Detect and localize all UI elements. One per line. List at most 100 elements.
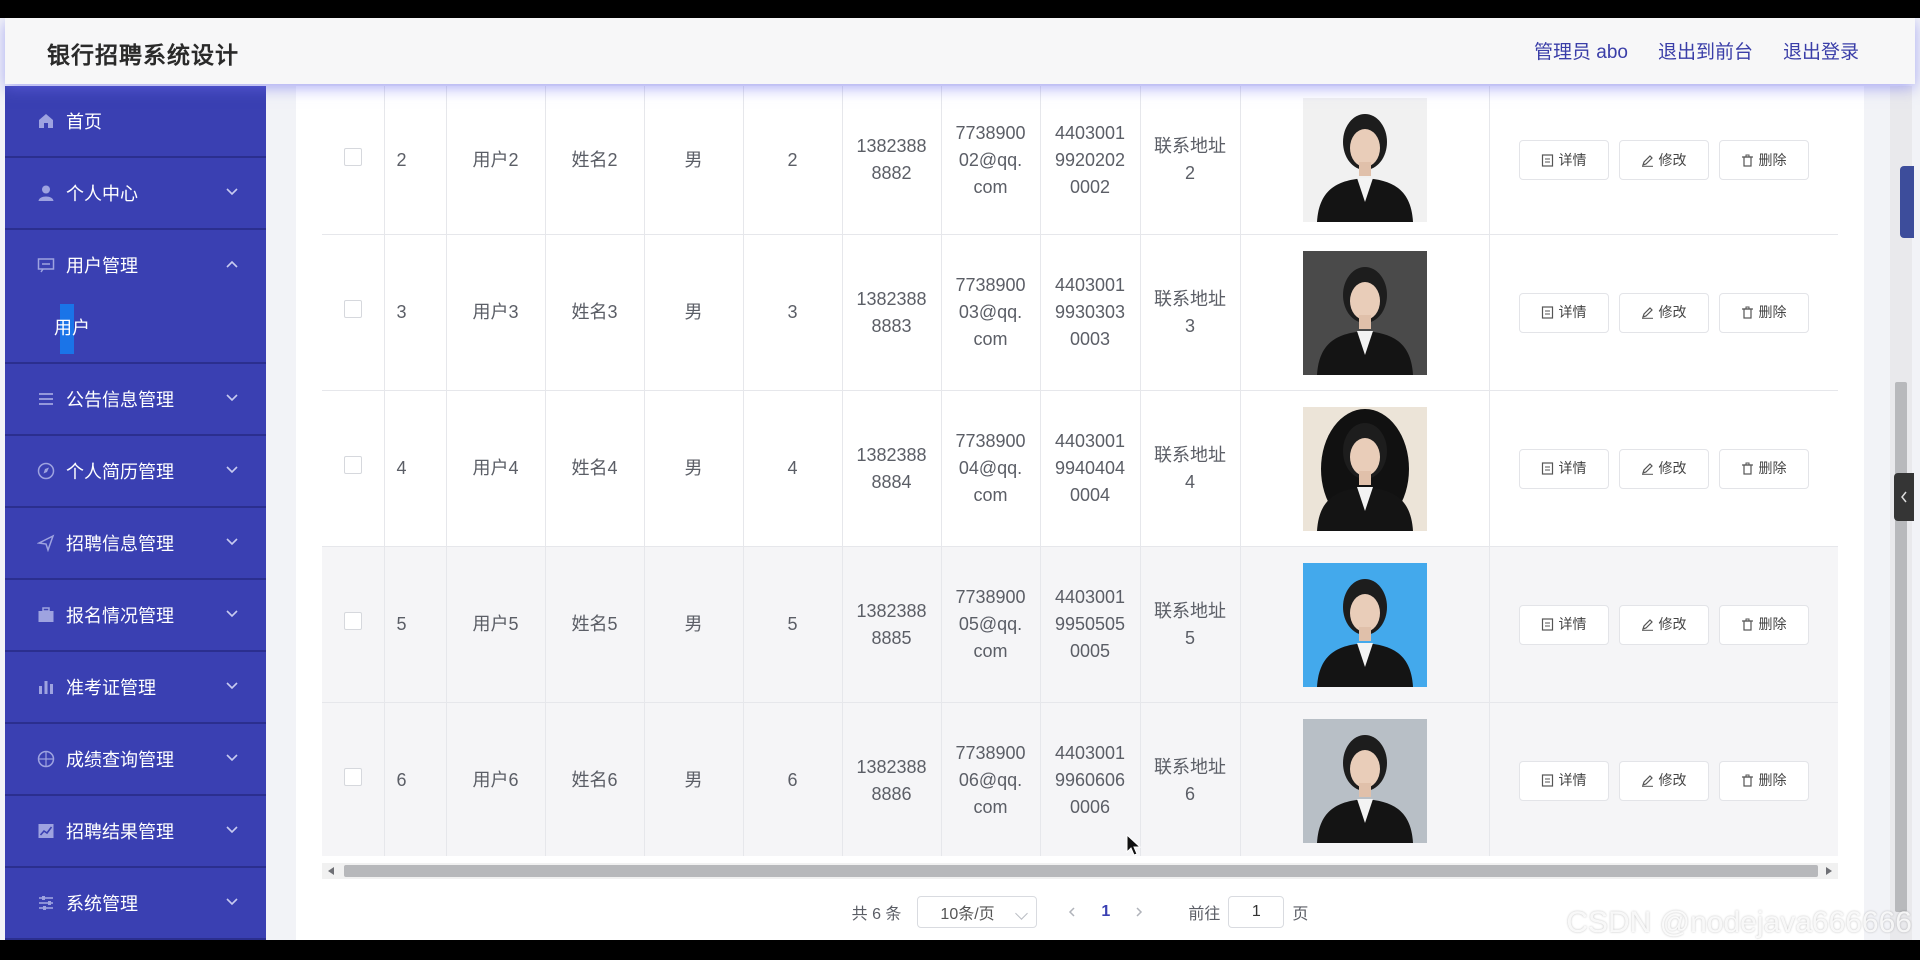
table-row: 6 用户6 姓名6 男 6 1382388 8886 7738900 06@qq. c… xyxy=(322,702,1838,856)
edit-button[interactable]: 修改 xyxy=(1618,140,1709,180)
address-cell: 联系地址 4 xyxy=(1140,390,1241,547)
select-cell xyxy=(322,702,385,856)
name-cell: 姓名6 xyxy=(545,702,645,856)
phone-cell: 1382388 8884 xyxy=(842,390,942,547)
sidebar-item-recruit-info[interactable]: 招聘信息管理 xyxy=(5,508,266,580)
sidebar-item-recruit-result[interactable]: 招聘结果管理 xyxy=(5,796,266,868)
age-cell: 2 xyxy=(743,86,843,235)
cell-line: 0003 xyxy=(1069,329,1111,349)
delete-label: 删除 xyxy=(1758,304,1787,320)
sidebar-item-announcement[interactable]: 公告信息管理 xyxy=(5,364,266,436)
scroll-left-icon[interactable] xyxy=(328,867,334,875)
document-icon xyxy=(1541,618,1553,631)
row-checkbox[interactable] xyxy=(343,456,362,474)
logout-link[interactable]: 退出登录 xyxy=(1783,37,1859,64)
row-checkbox[interactable] xyxy=(343,147,362,166)
gender-value: 男 xyxy=(684,149,703,170)
target-icon xyxy=(36,749,56,769)
prev-page-icon[interactable] xyxy=(1067,907,1077,917)
detail-button[interactable]: 详情 xyxy=(1518,604,1609,645)
next-page-icon[interactable] xyxy=(1134,907,1144,917)
edit-button[interactable]: 修改 xyxy=(1618,604,1709,645)
pencil-icon xyxy=(1641,154,1653,167)
name-cell: 姓名5 xyxy=(545,546,645,703)
vertical-scrollbar-thumb[interactable] xyxy=(1895,382,1907,912)
user-photo[interactable] xyxy=(1302,250,1427,375)
user-photo[interactable] xyxy=(1302,718,1427,843)
cell-line: 1382388 xyxy=(856,444,927,465)
delete-button[interactable]: 删除 xyxy=(1718,292,1809,333)
gender-value: 男 xyxy=(684,770,703,790)
cell-line: 05@qq. xyxy=(958,614,1023,634)
age-cell: 5 xyxy=(743,546,843,703)
detail-button[interactable]: 详情 xyxy=(1518,140,1609,180)
admin-user-link[interactable]: 管理员 abo xyxy=(1534,37,1628,64)
chevron-down-icon xyxy=(226,898,238,906)
row-checkbox[interactable] xyxy=(343,300,362,318)
address-cell: 联系地址 2 xyxy=(1140,86,1241,235)
delete-button[interactable]: 删除 xyxy=(1718,760,1809,801)
sidebar-item-label: 公告信息管理 xyxy=(66,390,174,410)
scroll-right-icon[interactable] xyxy=(1826,867,1832,875)
age-cell: 6 xyxy=(743,702,843,856)
sidebar-item-score-query[interactable]: 成绩查询管理 xyxy=(5,724,266,796)
goto-page-input[interactable]: 1 xyxy=(1228,896,1285,928)
edit-button[interactable]: 修改 xyxy=(1618,292,1709,333)
actions-cell: 详情 修改 删除 xyxy=(1489,702,1838,856)
age-value: 6 xyxy=(787,770,798,790)
horizontal-scrollbar[interactable] xyxy=(322,863,1838,879)
cell-line: 03@qq. xyxy=(958,302,1023,322)
user-photo[interactable] xyxy=(1302,98,1427,222)
cell-line: 3 xyxy=(1184,315,1195,336)
edit-button[interactable]: 修改 xyxy=(1618,760,1709,801)
cell-line: 9930303 xyxy=(1054,302,1126,322)
user-photo[interactable] xyxy=(1302,406,1427,531)
cell-line: 6 xyxy=(1184,783,1195,804)
cell-line: 0002 xyxy=(1069,176,1111,197)
cell-line: 0006 xyxy=(1069,797,1111,817)
address-cell: 联系地址 5 xyxy=(1140,546,1241,703)
sidebar-subitem-user[interactable]: 用户 xyxy=(54,304,90,354)
detail-button[interactable]: 详情 xyxy=(1518,760,1609,801)
delete-button[interactable]: 删除 xyxy=(1718,140,1809,180)
user-photo[interactable] xyxy=(1302,562,1427,687)
cell-line: 4403001 xyxy=(1054,743,1126,763)
chevron-down-icon xyxy=(226,682,238,690)
sidebar-item-home[interactable]: 首页 xyxy=(5,86,266,158)
sidebar-item-label: 首页 xyxy=(66,112,102,132)
address-cell: 联系地址 3 xyxy=(1140,234,1241,391)
sidebar-item-resume[interactable]: 个人简历管理 xyxy=(5,436,266,508)
page-size-select[interactable]: 10条/页 xyxy=(917,896,1038,928)
trash-icon xyxy=(1741,774,1753,787)
detail-button[interactable]: 详情 xyxy=(1518,292,1609,333)
cell-line: 9940404 xyxy=(1054,458,1126,478)
exit-to-front-link[interactable]: 退出到前台 xyxy=(1658,37,1753,64)
pencil-icon xyxy=(1641,619,1653,631)
cell-line: 8883 xyxy=(871,315,912,336)
row-checkbox[interactable] xyxy=(343,768,362,786)
side-widget-tab[interactable] xyxy=(1900,166,1914,238)
sidebar-item-admission-ticket[interactable]: 准考证管理 xyxy=(5,652,266,724)
cell-line: 联系地址 xyxy=(1154,136,1226,156)
watermark: CSDN @nodejava666666 xyxy=(1566,906,1912,939)
delete-label: 删除 xyxy=(1758,616,1787,632)
edit-button[interactable]: 修改 xyxy=(1618,448,1709,489)
submenu-user-management: 用户 xyxy=(5,300,266,364)
delete-button[interactable]: 删除 xyxy=(1718,604,1809,645)
horizontal-scrollbar-thumb[interactable] xyxy=(344,865,1818,877)
username-value: 用户3 xyxy=(472,302,519,322)
delete-button[interactable]: 删除 xyxy=(1718,448,1809,489)
name-value: 姓名5 xyxy=(571,614,618,634)
current-page[interactable]: 1 xyxy=(1101,903,1110,921)
photo-cell xyxy=(1240,390,1490,547)
detail-button[interactable]: 详情 xyxy=(1518,448,1609,489)
sidebar-item-system[interactable]: 系统管理 xyxy=(5,868,266,940)
row-checkbox[interactable] xyxy=(343,612,362,630)
select-cell xyxy=(322,546,385,703)
index-value: 2 xyxy=(396,149,407,170)
side-collapse-tab[interactable] xyxy=(1894,473,1914,521)
sidebar-item-user-management[interactable]: 用户管理 xyxy=(5,230,266,300)
sidebar-item-registration[interactable]: 报名情况管理 xyxy=(5,580,266,652)
sidebar-item-personal-center[interactable]: 个人中心 xyxy=(5,158,266,230)
username-value: 用户5 xyxy=(472,614,519,634)
